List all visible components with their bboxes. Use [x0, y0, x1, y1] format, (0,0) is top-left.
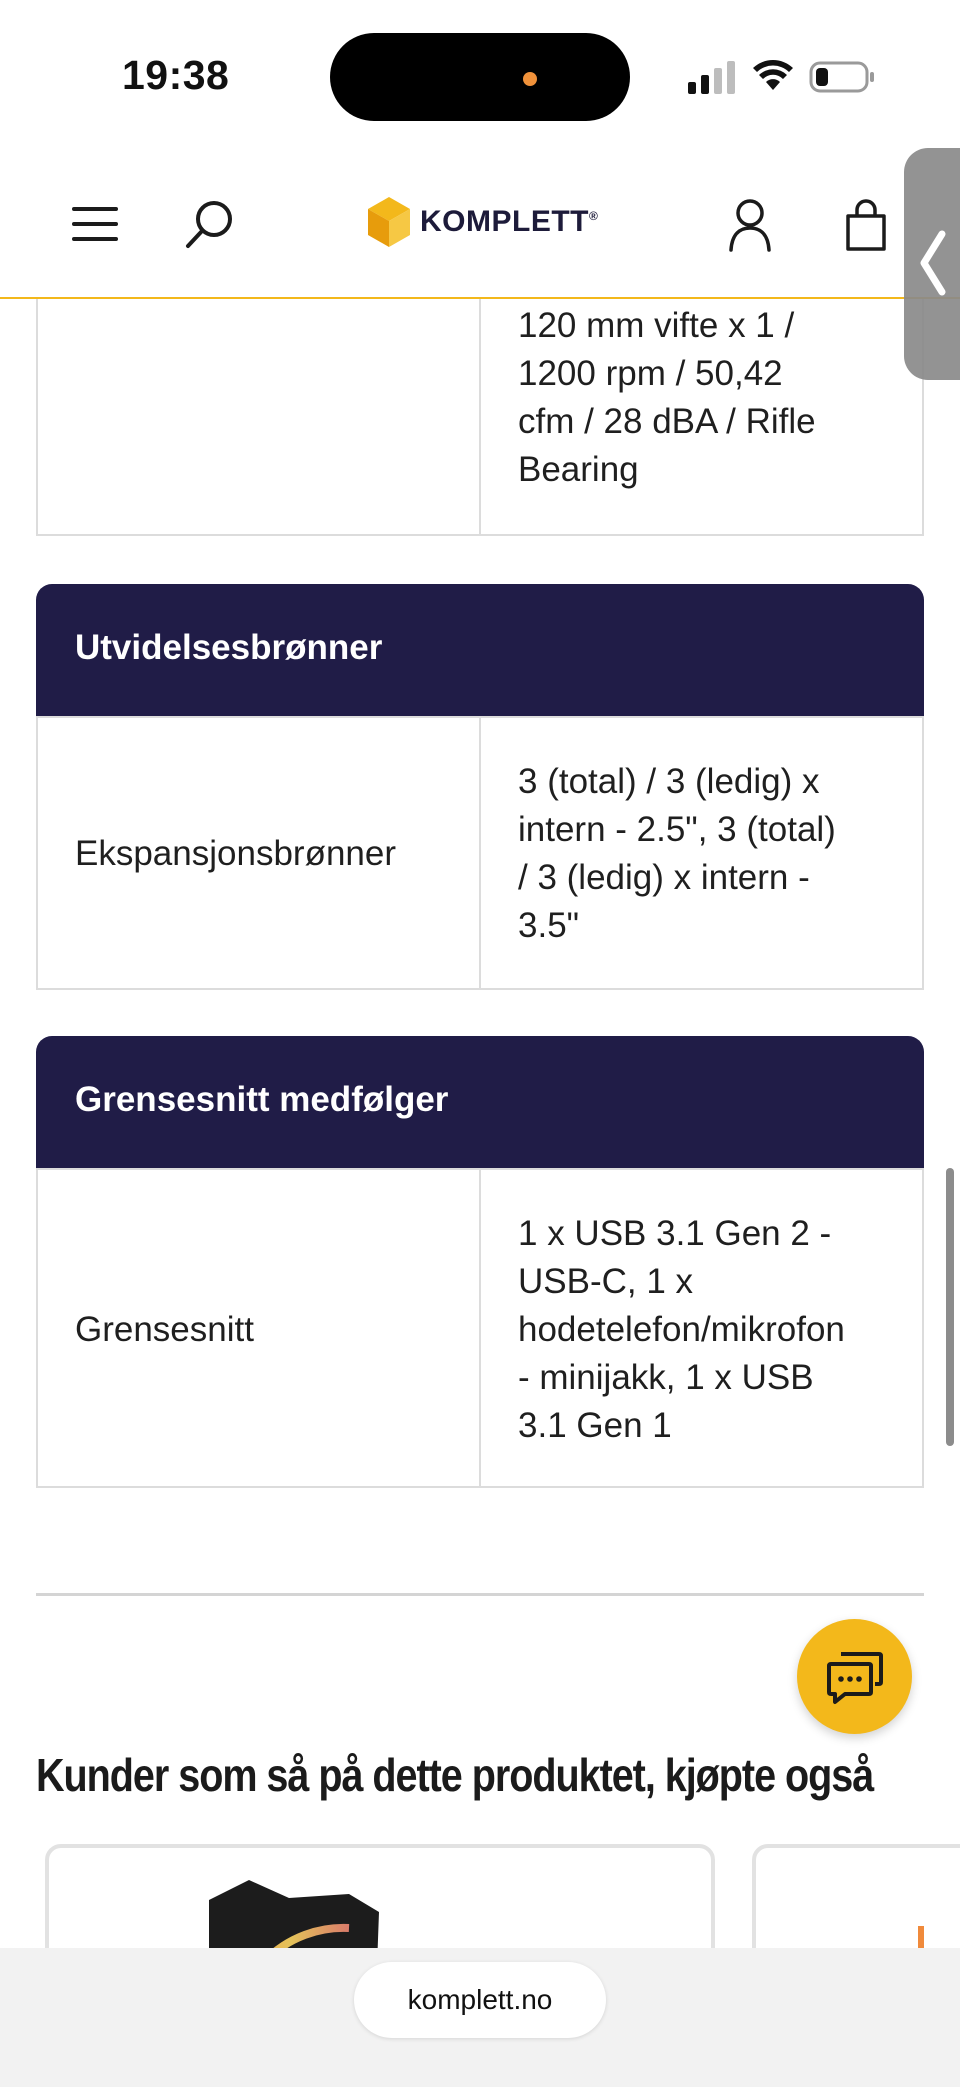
cart-icon[interactable]	[844, 198, 888, 252]
section-divider	[36, 1593, 924, 1596]
section-title: Utvidelsesbrønner	[75, 628, 383, 667]
brand-name: KOMPLETT®	[420, 205, 599, 238]
spec-label-cell: Grensesnitt	[36, 1168, 481, 1488]
chat-icon	[826, 1651, 883, 1704]
spec-value: 3 (total) / 3 (ledig) x intern - 2.5", 3…	[518, 762, 836, 945]
site-header: KOMPLETT®	[0, 150, 960, 299]
spec-label: Ekspansjonsbrønner	[75, 834, 396, 873]
battery-icon	[809, 61, 874, 93]
spec-label-cell	[36, 270, 481, 536]
spec-label: Grensesnitt	[75, 1310, 254, 1349]
chevron-left-icon	[920, 230, 946, 296]
url-bar[interactable]: komplett.no	[354, 1962, 606, 2038]
search-icon[interactable]	[184, 198, 236, 250]
section-header-interfaces: Grensesnitt medfølger	[36, 1036, 924, 1170]
spec-label-cell: Ekspansjonsbrønner	[36, 716, 481, 990]
scroll-indicator[interactable]	[946, 1168, 954, 1446]
browser-bottom-bar: komplett.no	[0, 1948, 960, 2087]
section-header-expansion-bays: Utvidelsesbrønner	[36, 584, 924, 718]
wifi-icon	[753, 60, 793, 90]
spec-value: 1 x USB 3.1 Gen 2 - USB-C, 1 x hodetelef…	[518, 1214, 845, 1445]
status-bar: 19:38	[0, 0, 960, 150]
chat-button[interactable]	[797, 1619, 912, 1734]
cellular-signal-icon	[688, 60, 736, 94]
side-panel-tab[interactable]	[904, 148, 960, 380]
spec-value-cell: 120 mm vifte x 1 / 1200 rpm / 50,42 cfm …	[479, 270, 924, 536]
komplett-logo-icon	[368, 197, 410, 247]
url-text: komplett.no	[407, 1984, 553, 2015]
status-time: 19:38	[122, 52, 230, 98]
spec-value-cell: 1 x USB 3.1 Gen 2 - USB-C, 1 x hodetelef…	[479, 1168, 924, 1488]
menu-icon[interactable]	[72, 206, 118, 242]
section-title: Grensesnitt medfølger	[75, 1080, 449, 1119]
spec-value-cell: 3 (total) / 3 (ledig) x intern - 2.5", 3…	[479, 716, 924, 990]
privacy-indicator-dot	[523, 72, 537, 86]
fan-spec-value: 120 mm vifte x 1 / 1200 rpm / 50,42 cfm …	[518, 306, 816, 489]
dynamic-island	[330, 33, 630, 121]
komplett-logo[interactable]: KOMPLETT®	[366, 194, 598, 250]
recommendations-heading: Kunder som så på dette produktet, kjøpte…	[36, 1749, 874, 1801]
account-icon[interactable]	[728, 198, 772, 252]
